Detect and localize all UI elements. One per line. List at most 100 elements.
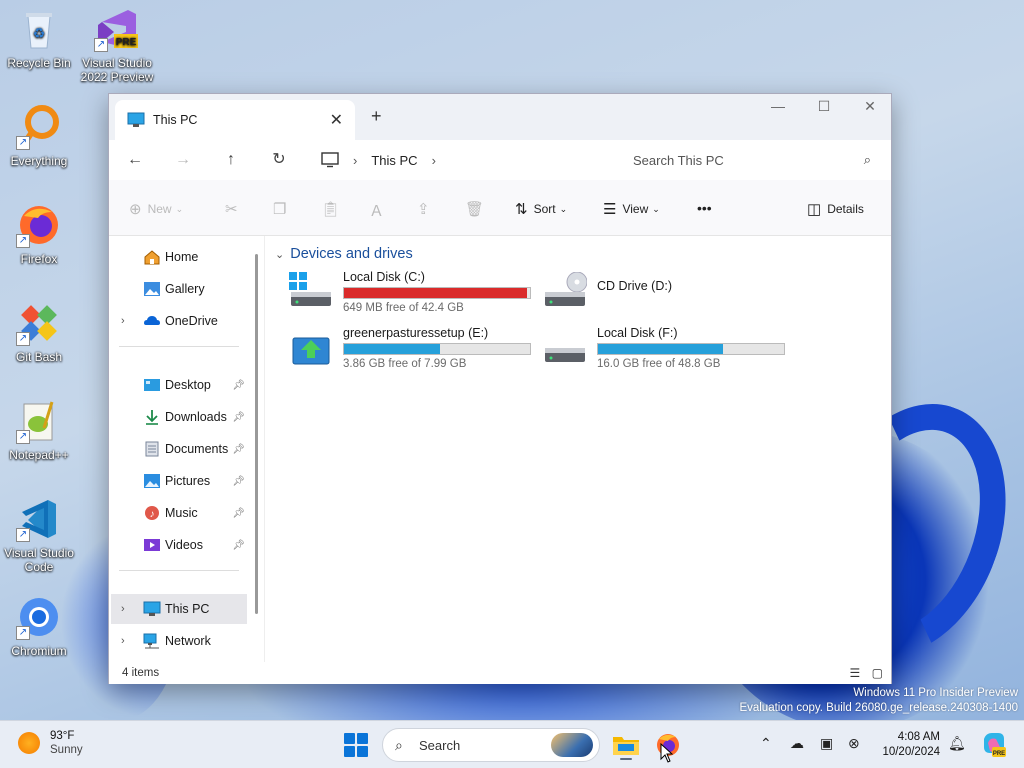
sidebar-item-network[interactable]: › Network xyxy=(111,626,247,656)
weather-widget[interactable]: 93°F Sunny xyxy=(18,729,83,757)
copy-icon: ❐ xyxy=(273,201,287,218)
paste-button[interactable]: 📋︎ xyxy=(321,200,346,218)
weather-condition: Sunny xyxy=(50,744,83,756)
maximize-button[interactable]: ☐ xyxy=(801,98,847,115)
sidebar-item-videos[interactable]: Videos 📌︎ xyxy=(111,530,247,560)
content-pane: ⌄ Devices and drives Local Disk (C:) 649… xyxy=(265,236,891,662)
chevron-right-icon[interactable]: › xyxy=(121,603,125,615)
windows-logo-icon xyxy=(344,733,355,744)
search-box[interactable]: Search This PC ⌕ xyxy=(617,142,881,178)
address-bar[interactable]: › This PC › xyxy=(311,142,611,178)
more-options-button[interactable]: ••• xyxy=(697,200,712,216)
breadcrumb-chevron-icon[interactable]: › xyxy=(432,153,436,168)
pin-icon[interactable]: 📌︎ xyxy=(232,476,245,487)
sidebar-label: This PC xyxy=(165,602,210,616)
desktop-icon-everything[interactable]: ↗ Everything xyxy=(0,104,78,168)
back-button[interactable]: ← xyxy=(123,148,147,172)
network-status-icon[interactable]: ▣ xyxy=(820,735,833,752)
desktop-icon-label: Firefox xyxy=(20,252,58,266)
home-icon xyxy=(143,249,161,265)
sidebar-item-home[interactable]: Home xyxy=(111,242,247,272)
drive-f[interactable]: Local Disk (F:) 16.0 GB free of 48.8 GB xyxy=(543,326,793,376)
drive-d[interactable]: CD Drive (D:) xyxy=(543,270,793,320)
shortcut-arrow-icon: ↗ xyxy=(16,626,30,640)
desktop-icon-label: Notepad++ xyxy=(9,448,69,462)
section-header-devices[interactable]: ⌄ Devices and drives xyxy=(275,246,413,262)
show-hidden-icons-chevron-icon[interactable]: ⌃ xyxy=(760,735,772,752)
rename-icon: Ａ xyxy=(369,203,385,220)
delete-button[interactable]: 🗑︎ xyxy=(465,200,490,218)
rename-button[interactable]: Ａ xyxy=(369,200,390,221)
sidebar-item-documents[interactable]: Documents 📌︎ xyxy=(111,434,247,464)
desktop-icon-chromium[interactable]: ↗ Chromium xyxy=(0,594,78,658)
clock[interactable]: 4:08 AM 10/20/2024 xyxy=(868,730,940,760)
desktop-icon-vscode[interactable]: ↗ Visual Studio Code xyxy=(0,496,78,574)
details-pane-icon: ◫ xyxy=(807,201,822,218)
drive-name: Local Disk (F:) xyxy=(597,326,678,340)
chevron-right-icon[interactable]: › xyxy=(121,635,125,647)
visual-studio-icon: PRE ↗ xyxy=(94,6,140,52)
sidebar-item-downloads[interactable]: Downloads 📌︎ xyxy=(111,402,247,432)
sidebar-item-this-pc[interactable]: › This PC xyxy=(111,594,247,624)
pin-icon[interactable]: 📌︎ xyxy=(232,508,245,519)
clock-date: 10/20/2024 xyxy=(882,746,940,758)
chromium-icon: ↗ xyxy=(16,594,62,640)
start-button[interactable] xyxy=(344,733,368,757)
notepad-plus-plus-icon: ↗ xyxy=(16,398,62,444)
sidebar-item-desktop[interactable]: Desktop 📌︎ xyxy=(111,370,247,400)
close-window-button[interactable]: ✕ xyxy=(847,98,893,115)
sidebar-item-pictures[interactable]: Pictures 📌︎ xyxy=(111,466,247,496)
new-button[interactable]: ⊕ New ⌄ xyxy=(129,200,183,218)
close-tab-icon[interactable]: ✕ xyxy=(330,110,343,130)
file-explorer-taskbar-icon[interactable] xyxy=(610,729,642,761)
taskbar-search[interactable]: ⌕ Search xyxy=(382,728,600,762)
sidebar-label: OneDrive xyxy=(165,314,218,328)
details-label: Details xyxy=(827,202,864,216)
sidebar-item-music[interactable]: ♪ Music 📌︎ xyxy=(111,498,247,528)
sidebar-item-gallery[interactable]: Gallery xyxy=(111,274,247,304)
share-button[interactable]: ⇪ xyxy=(417,200,436,218)
desktop-icon-git-bash[interactable]: ↗ Git Bash xyxy=(0,300,78,364)
chevron-down-icon: ⌄ xyxy=(175,203,184,214)
desktop-icon-recycle-bin[interactable]: ♻ Recycle Bin xyxy=(0,6,78,70)
view-button[interactable]: ☰ View ⌄ xyxy=(603,200,660,218)
sidebar-scrollbar[interactable] xyxy=(255,254,258,614)
desktop-icon-visual-studio[interactable]: PRE ↗ Visual Studio 2022 Preview xyxy=(78,6,156,84)
tab-this-pc[interactable]: This PC ✕ xyxy=(115,100,355,140)
sidebar-label: Pictures xyxy=(165,474,211,488)
chevron-right-icon[interactable]: › xyxy=(121,315,125,327)
sidebar-divider xyxy=(119,346,239,347)
breadcrumb-this-pc[interactable]: This PC xyxy=(371,153,417,168)
onedrive-offline-icon[interactable]: ☁ xyxy=(790,735,804,752)
details-button[interactable]: ◫ Details xyxy=(807,200,864,218)
sidebar-label: Desktop xyxy=(165,378,211,392)
refresh-button[interactable]: ↻ xyxy=(267,148,291,172)
git-bash-icon: ↗ xyxy=(16,300,62,346)
drive-e[interactable]: greenerpasturessetup (E:) 3.86 GB free o… xyxy=(289,326,539,376)
minimize-button[interactable]: — xyxy=(755,98,801,114)
status-bar: 4 items ☰ ▢ xyxy=(109,662,891,684)
up-button[interactable]: ↑ xyxy=(219,148,243,172)
volume-muted-icon[interactable]: ⊗ xyxy=(848,735,860,752)
chevron-down-icon: ⌄ xyxy=(275,248,285,261)
new-tab-button[interactable]: + xyxy=(371,106,382,127)
copilot-icon[interactable]: PRE xyxy=(978,729,1010,761)
forward-button[interactable]: → xyxy=(171,148,195,172)
pin-icon[interactable]: 📌︎ xyxy=(232,540,245,551)
desktop-icon-label: Recycle Bin xyxy=(7,56,71,70)
pin-icon[interactable]: 📌︎ xyxy=(232,380,245,391)
download-arrow-icon xyxy=(143,409,161,425)
weather-temperature: 93°F xyxy=(50,730,75,742)
drive-c[interactable]: Local Disk (C:) 649 MB free of 42.4 GB xyxy=(289,270,539,320)
notifications-bell-icon[interactable]: 🔔︎ xyxy=(948,735,966,752)
cut-button[interactable]: ✂ xyxy=(225,200,244,218)
sidebar-item-onedrive[interactable]: › OneDrive xyxy=(111,306,247,336)
desktop-icon-notepad-plus-plus[interactable]: ↗ Notepad++ xyxy=(0,398,78,462)
copy-button[interactable]: ❐ xyxy=(273,200,292,218)
desktop-icon-firefox[interactable]: ↗ Firefox xyxy=(0,202,78,266)
details-view-icon[interactable]: ☰ xyxy=(850,666,861,680)
large-icons-view-icon[interactable]: ▢ xyxy=(872,666,883,680)
sort-button[interactable]: ⇅ Sort ⌄ xyxy=(515,200,567,218)
pin-icon[interactable]: 📌︎ xyxy=(232,412,245,423)
pin-icon[interactable]: 📌︎ xyxy=(232,444,245,455)
